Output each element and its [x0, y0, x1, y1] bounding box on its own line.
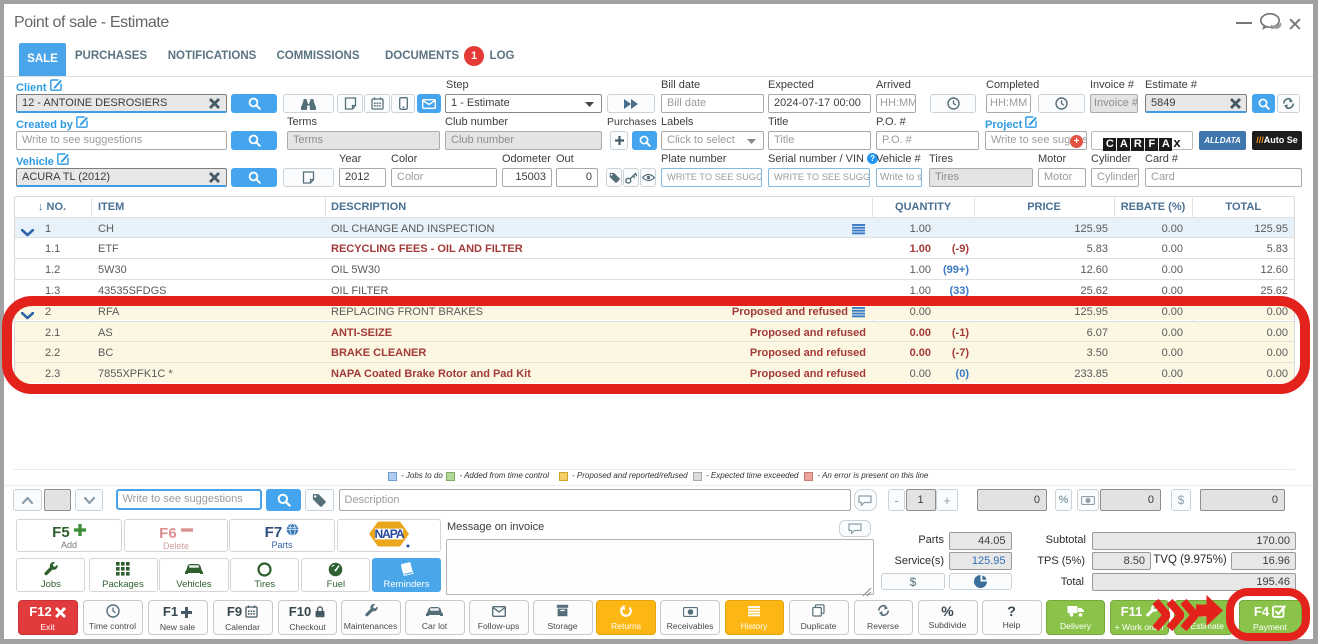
svg-text:NAPA: NAPA [374, 527, 404, 541]
